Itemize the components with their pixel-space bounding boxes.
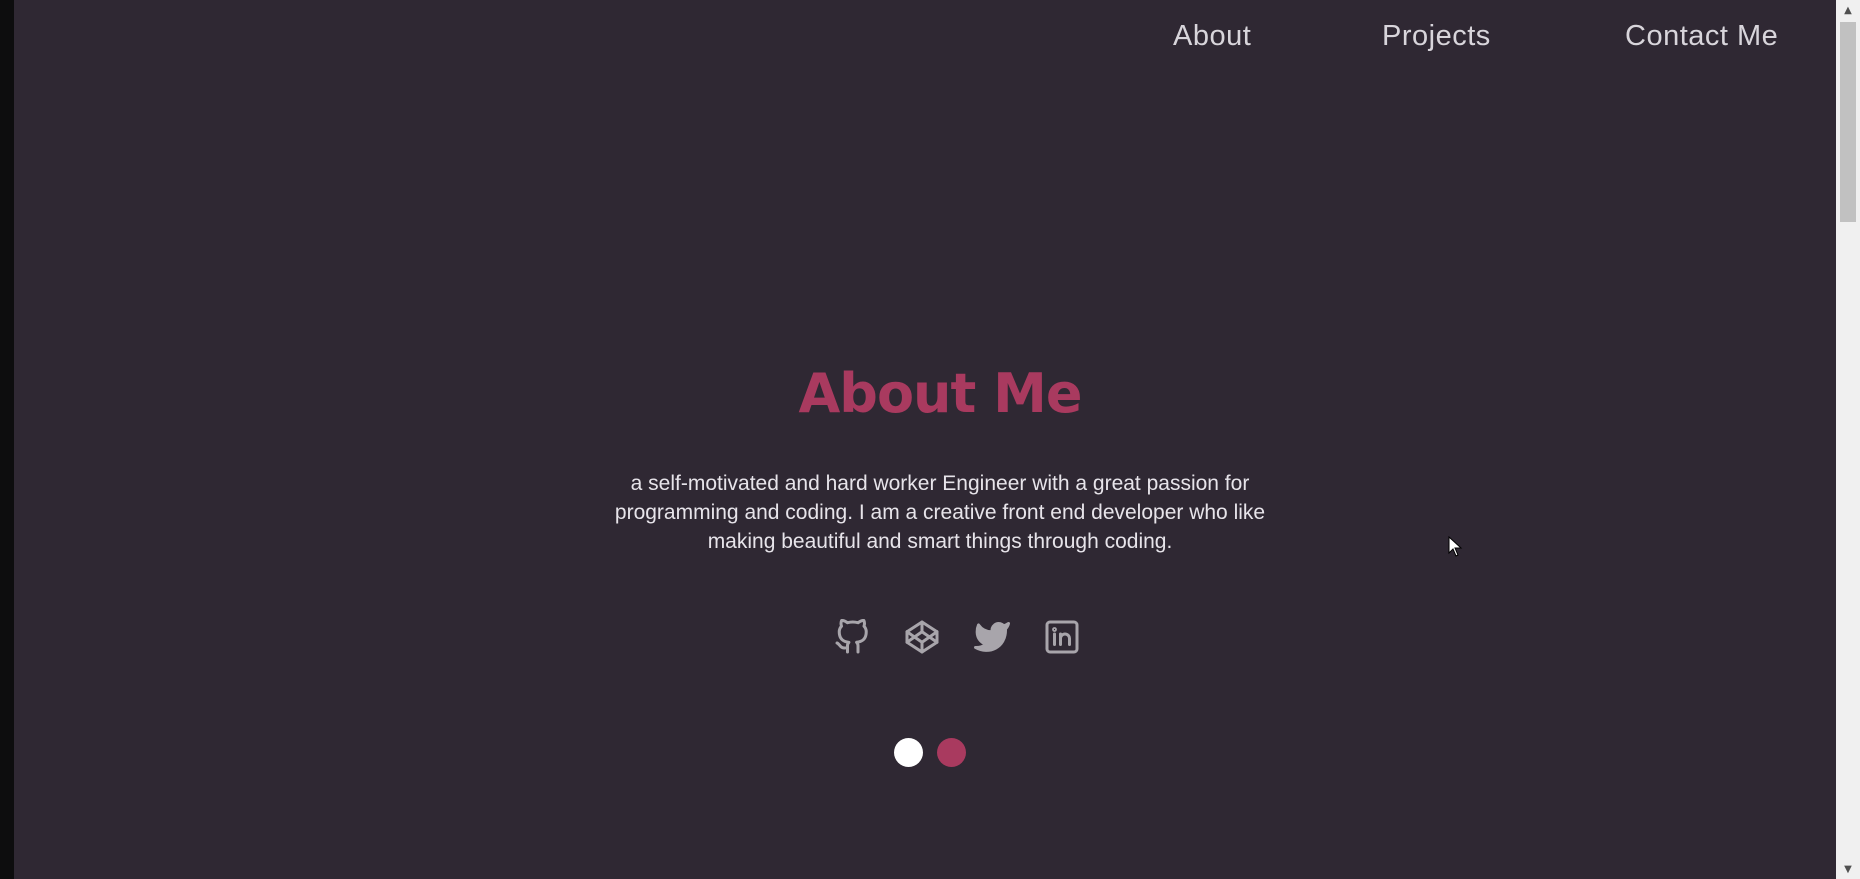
bio-line: a self-motivated and hard worker Enginee… (630, 472, 1250, 495)
vertical-scrollbar[interactable]: ▲ ▼ (1836, 0, 1860, 879)
codepen-link[interactable] (904, 619, 940, 655)
slider-dot[interactable] (894, 738, 923, 767)
bio-line: making beautiful and smart things throug… (707, 530, 1173, 553)
linkedin-link[interactable] (1044, 619, 1080, 655)
bio-line: programming and coding. I am a creative … (614, 501, 1266, 524)
page: About Projects Contact Me About Me a sel… (14, 0, 1836, 879)
codepen-icon (905, 620, 939, 654)
about-title: About Me (798, 362, 1083, 425)
twitter-link[interactable] (974, 619, 1010, 655)
nav-projects-link[interactable]: Projects (1382, 20, 1491, 53)
nav-contact-link[interactable]: Contact Me (1625, 20, 1778, 53)
slider-dot-active[interactable] (937, 738, 966, 767)
slider-dots (894, 738, 966, 767)
linkedin-icon (1045, 620, 1079, 654)
scroll-thumb[interactable] (1840, 22, 1856, 222)
scroll-up-arrow-icon[interactable]: ▲ (1836, 0, 1860, 20)
twitter-icon (974, 622, 1010, 652)
top-nav: About Projects Contact Me (14, 0, 1836, 80)
github-icon (835, 619, 868, 654)
github-link[interactable] (834, 619, 870, 655)
mouse-cursor-icon (1448, 536, 1463, 557)
social-links (834, 619, 1080, 655)
nav-about-link[interactable]: About (1173, 20, 1251, 53)
about-bio: a self-motivated and hard worker Enginee… (570, 469, 1310, 556)
scroll-down-arrow-icon[interactable]: ▼ (1836, 859, 1860, 879)
